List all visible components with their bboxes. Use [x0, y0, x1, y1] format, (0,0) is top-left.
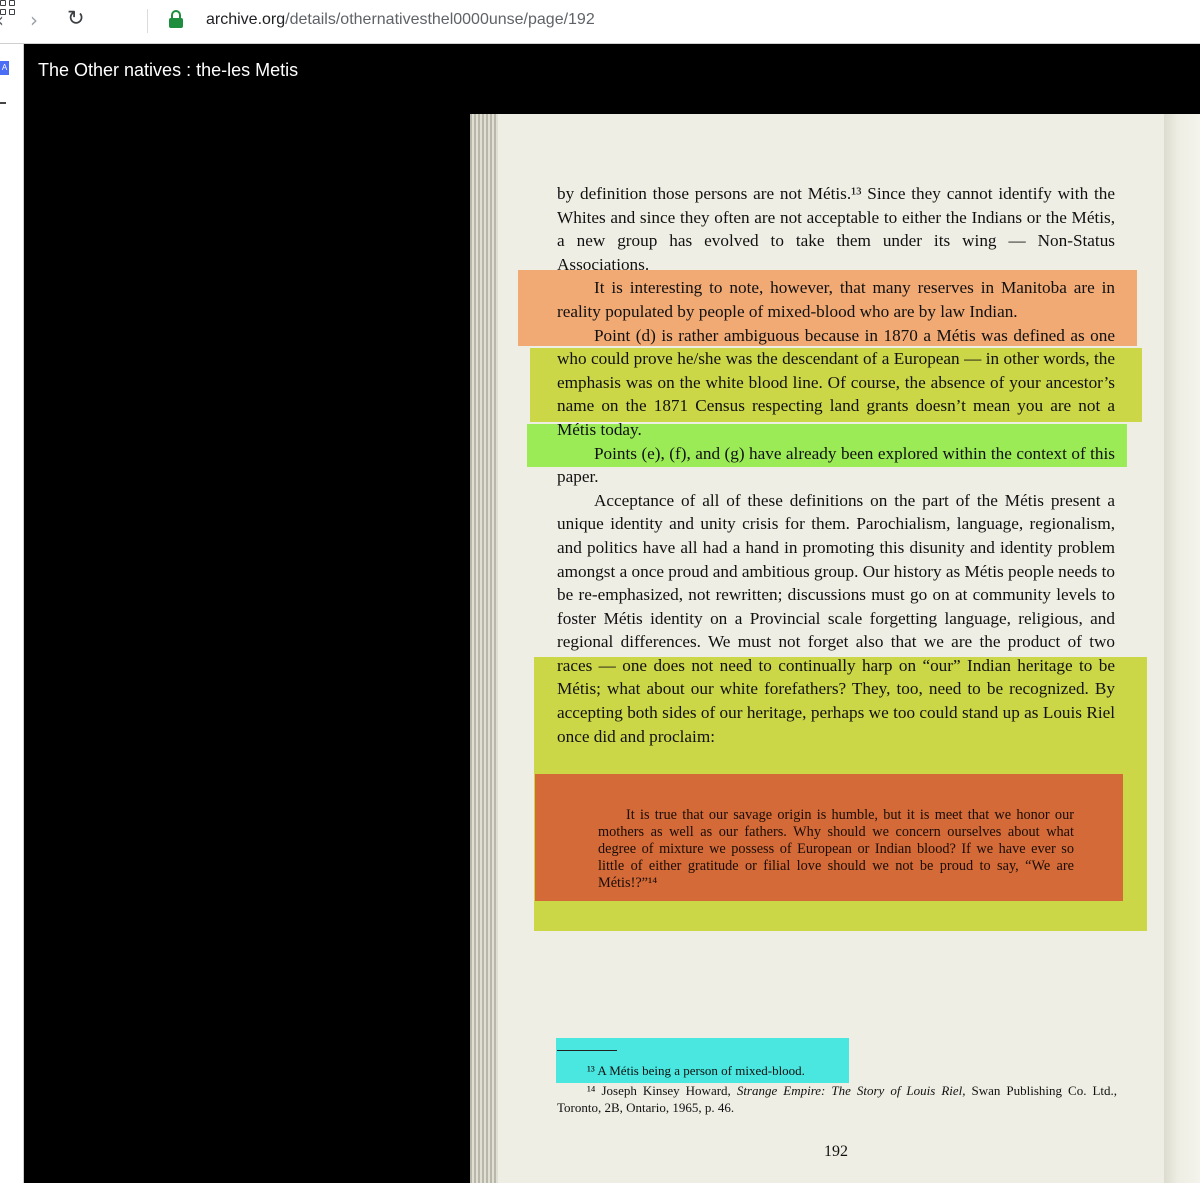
page-edge	[1164, 114, 1200, 1183]
footnote-13: ¹³ A Métis being a person of mixed-blood…	[587, 1063, 805, 1078]
book-page: by definition those persons are not Méti…	[470, 114, 1200, 1183]
address-bar[interactable]: archive.org/details/othernativesthel0000…	[206, 11, 595, 29]
paragraph-1: by definition those persons are not Méti…	[557, 184, 1115, 274]
footnote-14-number: ¹⁴	[587, 1083, 596, 1098]
footnote-14-title: Strange Empire: The Story of Louis Riel,	[736, 1083, 966, 1098]
page-gutter	[470, 114, 498, 1183]
book-title: The Other natives : the-les Metis	[38, 60, 299, 80]
toolbar-divider	[147, 9, 148, 33]
collapse-icon[interactable]	[0, 102, 6, 104]
paragraph-5: Acceptance of all of these definitions o…	[557, 490, 1115, 746]
paragraph-3: Point (d) is rather ambiguous because in…	[557, 325, 1115, 439]
page-number: 192	[824, 1143, 848, 1160]
footnote-14-author: Joseph Kinsey Howard,	[601, 1083, 737, 1098]
left-sidebar: A	[0, 44, 24, 1183]
footnote-14: ¹⁴ Joseph Kinsey Howard, Strange Empire:…	[557, 1082, 1117, 1116]
forward-icon[interactable]: ›	[30, 8, 38, 32]
block-quote: It is true that our savage origin is hum…	[598, 807, 1074, 891]
paragraph-2: It is interesting to note, however, that…	[557, 278, 1115, 321]
footnote-rule	[557, 1050, 617, 1051]
paragraph-4: Points (e), (f), and (g) have already be…	[557, 443, 1115, 487]
book-viewer: The Other natives : the-les Metis by def…	[24, 44, 1200, 1183]
lock-icon[interactable]	[169, 10, 183, 30]
url-path: /details/othernativesthel0000unse/page/1…	[285, 11, 595, 28]
url-host: archive.org	[206, 11, 286, 28]
page-text: by definition those persons are not Méti…	[557, 182, 1115, 748]
translate-icon[interactable]: A	[0, 61, 9, 75]
browser-toolbar: ‹ › ↻ archive.org/details/othernativesth…	[0, 0, 1200, 44]
reload-icon[interactable]: ↻	[67, 6, 85, 30]
